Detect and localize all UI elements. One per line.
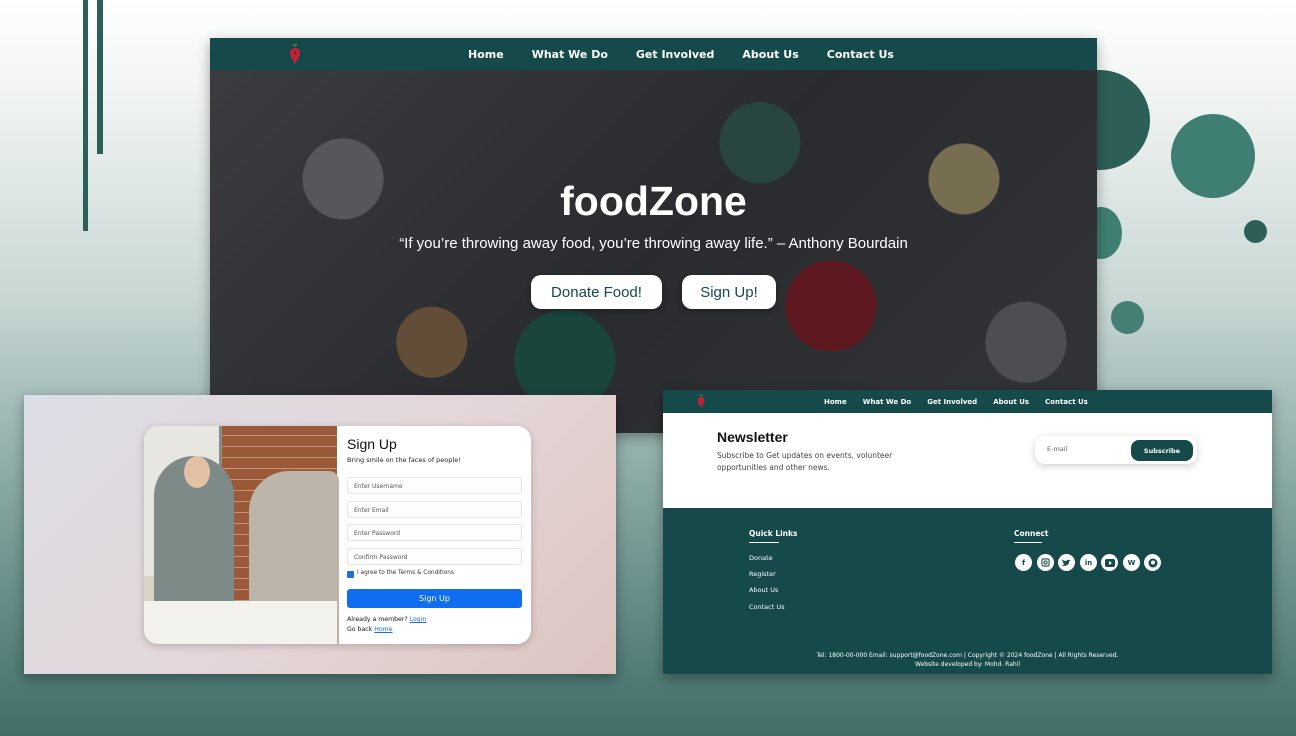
hero-navbar: Home What We Do Get Involved About Us Co…: [210, 38, 1097, 70]
nav-what-we-do[interactable]: What We Do: [532, 48, 608, 61]
nav-about-us-small[interactable]: About Us: [993, 398, 1029, 406]
newsletter-title: Newsletter: [717, 429, 788, 445]
footer-link-register[interactable]: Register: [749, 570, 776, 578]
nav-what-we-do-small[interactable]: What We Do: [863, 398, 912, 406]
decor-bar-left: [83, 0, 88, 231]
donate-food-button[interactable]: Donate Food!: [531, 275, 662, 309]
wordpress-icon[interactable]: W: [1123, 554, 1140, 571]
nav-home-small[interactable]: Home: [824, 398, 847, 406]
signup-subtitle: Bring smile on the faces of people!: [347, 456, 461, 464]
linkedin-icon[interactable]: in: [1080, 554, 1097, 571]
foodzone-logo-small-icon[interactable]: [697, 394, 705, 408]
decor-bar-right: [97, 0, 103, 154]
go-back-line: Go back Home: [347, 626, 393, 633]
login-link[interactable]: Login: [410, 616, 427, 623]
footer-page-screenshot: Home What We Do Get Involved About Us Co…: [663, 390, 1272, 674]
nav-get-involved[interactable]: Get Involved: [636, 48, 715, 61]
instagram-icon[interactable]: [1037, 554, 1054, 571]
confirm-password-input[interactable]: Confirm Password: [347, 548, 522, 565]
github-icon[interactable]: [1144, 554, 1161, 571]
already-member-text: Already a member?: [347, 616, 408, 623]
footer-contact-copyright: Tel: 1800-00-000 Email: support@foodZone…: [816, 652, 1119, 659]
newsletter-section: Newsletter Subscribe to Get updates on e…: [663, 413, 1272, 508]
footer-link-donate[interactable]: Donate: [749, 554, 773, 562]
hero-quote: “If you’re throwing away food, you’re th…: [399, 235, 908, 252]
footer-credit: Website developed by: Mohd. Rahil: [914, 661, 1021, 668]
sign-up-hero-button[interactable]: Sign Up!: [682, 275, 776, 309]
quick-links-title: Quick Links: [749, 529, 798, 538]
password-input[interactable]: Enter Password: [347, 524, 522, 541]
decor-circle-medium: [1171, 114, 1255, 198]
twitter-icon[interactable]: [1058, 554, 1075, 571]
hero-page-screenshot: Home What We Do Get Involved About Us Co…: [210, 38, 1097, 433]
footer-link-about-us[interactable]: About Us: [749, 586, 778, 594]
username-input[interactable]: Enter Username: [347, 477, 522, 494]
signup-card: Sign Up Bring smile on the faces of peop…: [144, 426, 531, 644]
footer-page-navbar: Home What We Do Get Involved About Us Co…: [663, 390, 1272, 413]
connect-title: Connect: [1014, 529, 1049, 538]
terms-checkbox[interactable]: [347, 571, 354, 578]
go-back-text: Go back: [347, 626, 373, 633]
newsletter-email-input[interactable]: E-mail: [1047, 445, 1067, 453]
foodzone-logo-icon[interactable]: [289, 44, 301, 64]
nav-about-us[interactable]: About Us: [742, 48, 798, 61]
decor-circle-tiny: [1111, 301, 1144, 334]
youtube-icon[interactable]: [1101, 554, 1118, 571]
home-link[interactable]: Home: [374, 626, 392, 633]
nav-home[interactable]: Home: [468, 48, 504, 61]
connect-underline: [1014, 542, 1042, 543]
volunteers-photo: [144, 426, 339, 644]
photo-volunteer-face: [184, 456, 210, 488]
quick-links-underline: [749, 542, 779, 543]
facebook-icon[interactable]: f: [1015, 554, 1032, 571]
subscribe-button[interactable]: Subscribe: [1131, 440, 1193, 461]
signup-submit-button[interactable]: Sign Up: [347, 589, 522, 608]
newsletter-description: Subscribe to Get updates on events, volu…: [717, 451, 893, 472]
already-member-line: Already a member? Login: [347, 616, 426, 623]
nav-contact-us-small[interactable]: Contact Us: [1045, 398, 1088, 406]
photo-food-table: [144, 601, 337, 644]
footer-link-contact-us[interactable]: Contact Us: [749, 603, 785, 611]
newsletter-form: E-mail Subscribe: [1035, 436, 1197, 464]
nav-contact-us[interactable]: Contact Us: [827, 48, 894, 61]
signup-title: Sign Up: [347, 436, 397, 452]
nav-get-involved-small[interactable]: Get Involved: [927, 398, 977, 406]
hero-title: foodZone: [560, 178, 747, 224]
terms-label: I agree to the Terms & Conditions: [357, 570, 454, 576]
decor-circle-small: [1244, 220, 1267, 243]
signup-page-screenshot: Sign Up Bring smile on the faces of peop…: [24, 395, 616, 674]
email-input[interactable]: Enter Email: [347, 501, 522, 518]
